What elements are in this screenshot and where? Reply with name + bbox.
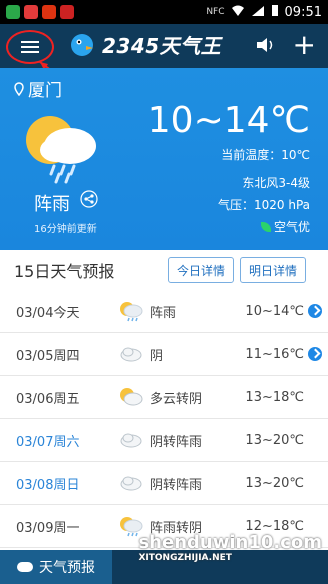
watermark-main: shenduwin10.com [138, 532, 322, 553]
forecast-row[interactable]: 03/04今天 阵雨 10~14℃ [0, 290, 328, 333]
chevron-right-icon[interactable] [308, 304, 322, 318]
forecast-list: 03/04今天 阵雨 10~14℃ 03/05周四 阴 11~16℃ 03/06周五 多云转阴… [0, 290, 328, 548]
forecast-temperature: 13~20℃ [245, 475, 304, 491]
forecast-date: 03/08周日 [16, 477, 80, 493]
forecast-date: 03/09周一 [16, 520, 80, 536]
status-left-icons [6, 5, 74, 19]
forecast-row[interactable]: 03/07周六 阴转阵雨 13~20℃ [0, 419, 328, 462]
sun-cloud-icon [116, 385, 146, 409]
weather-hero: 厦门 阵雨 16分钟前更新 10~14℃ 当前温度：10℃ 东北风3-4级 气压… [0, 68, 328, 250]
forecast-row[interactable]: 03/05周四 阴 11~16℃ [0, 333, 328, 376]
watermark-sub: XITONGZHIJIA.NET [138, 553, 232, 563]
tab-label: 天气预报 [39, 560, 95, 576]
city-selector[interactable]: 厦门 [14, 76, 62, 101]
cloud-icon [116, 342, 146, 366]
forecast-title: 15日天气预报 [14, 262, 115, 281]
brand-logo: 2345天气王 [68, 30, 221, 59]
forecast-condition: 多云转阴 [150, 391, 203, 407]
forecast-condition: 阵雨 [150, 305, 177, 321]
condition-text: 阵雨 [34, 194, 70, 215]
add-city-button[interactable]: + [293, 30, 316, 60]
bird-logo-icon [71, 33, 93, 56]
leaf-icon [260, 221, 271, 232]
watermark: shenduwin10.com XITONGZHIJIA.NET [138, 532, 322, 563]
nfc-indicator: NFC [206, 7, 225, 17]
air-quality-label: 空气优 [273, 220, 310, 234]
sun-rain-icon [116, 299, 146, 323]
forecast-condition: 阴转阵雨 [150, 434, 203, 450]
brand-name: 2345天气王 [102, 34, 222, 58]
clock: 09:51 [284, 4, 322, 20]
pressure-info: 气压：1020 hPa [217, 198, 310, 212]
status-right: NFC 09:51 [206, 4, 322, 20]
forecast-row[interactable]: 03/06周五 多云转阴 13~18℃ [0, 376, 328, 419]
temperature-range: 10~14℃ [147, 100, 310, 141]
update-time: 16分钟前更新 [34, 224, 97, 235]
forecast-condition: 阴转阵雨 [150, 477, 203, 493]
cloud-icon [17, 562, 33, 572]
cloud-icon [116, 471, 146, 495]
forecast-condition: 阴 [150, 348, 164, 364]
forecast-temperature: 10~14℃ [245, 303, 304, 319]
cloud-icon [116, 428, 146, 452]
chevron-right-icon[interactable] [308, 347, 322, 361]
forecast-date: 03/06周五 [16, 391, 80, 407]
forecast-temperature: 13~18℃ [245, 389, 304, 405]
speaker-icon[interactable] [254, 34, 276, 56]
app-icon [42, 5, 56, 19]
wind-info: 东北风3-4级 [242, 176, 310, 190]
air-quality[interactable]: 空气优 [260, 218, 310, 235]
battery-icon [271, 4, 279, 20]
tab-weather-forecast[interactable]: 天气预报 [0, 550, 112, 584]
forecast-date: 03/05周四 [16, 348, 80, 364]
menu-icon [21, 38, 39, 56]
sun-rain-icon [26, 116, 96, 184]
signal-icon [251, 5, 265, 20]
usb-icon [6, 5, 20, 19]
app-icon [60, 5, 74, 19]
forecast-row[interactable]: 03/08周日 阴转阵雨 13~20℃ [0, 462, 328, 505]
wifi-icon [231, 5, 245, 20]
today-details-button[interactable]: 今日详情 [167, 257, 234, 283]
status-bar: NFC 09:51 [0, 0, 328, 24]
forecast-date: 03/04今天 [16, 305, 80, 321]
forecast-date: 03/07周六 [16, 434, 80, 450]
share-icon[interactable] [80, 190, 98, 208]
app-icon [24, 5, 38, 19]
tomorrow-details-button[interactable]: 明日详情 [239, 257, 306, 283]
forecast-temperature: 11~16℃ [245, 346, 304, 362]
forecast-temperature: 13~20℃ [245, 432, 304, 448]
current-temperature: 当前温度：10℃ [221, 148, 310, 162]
city-name: 厦门 [28, 81, 62, 101]
location-pin-icon [14, 81, 24, 96]
